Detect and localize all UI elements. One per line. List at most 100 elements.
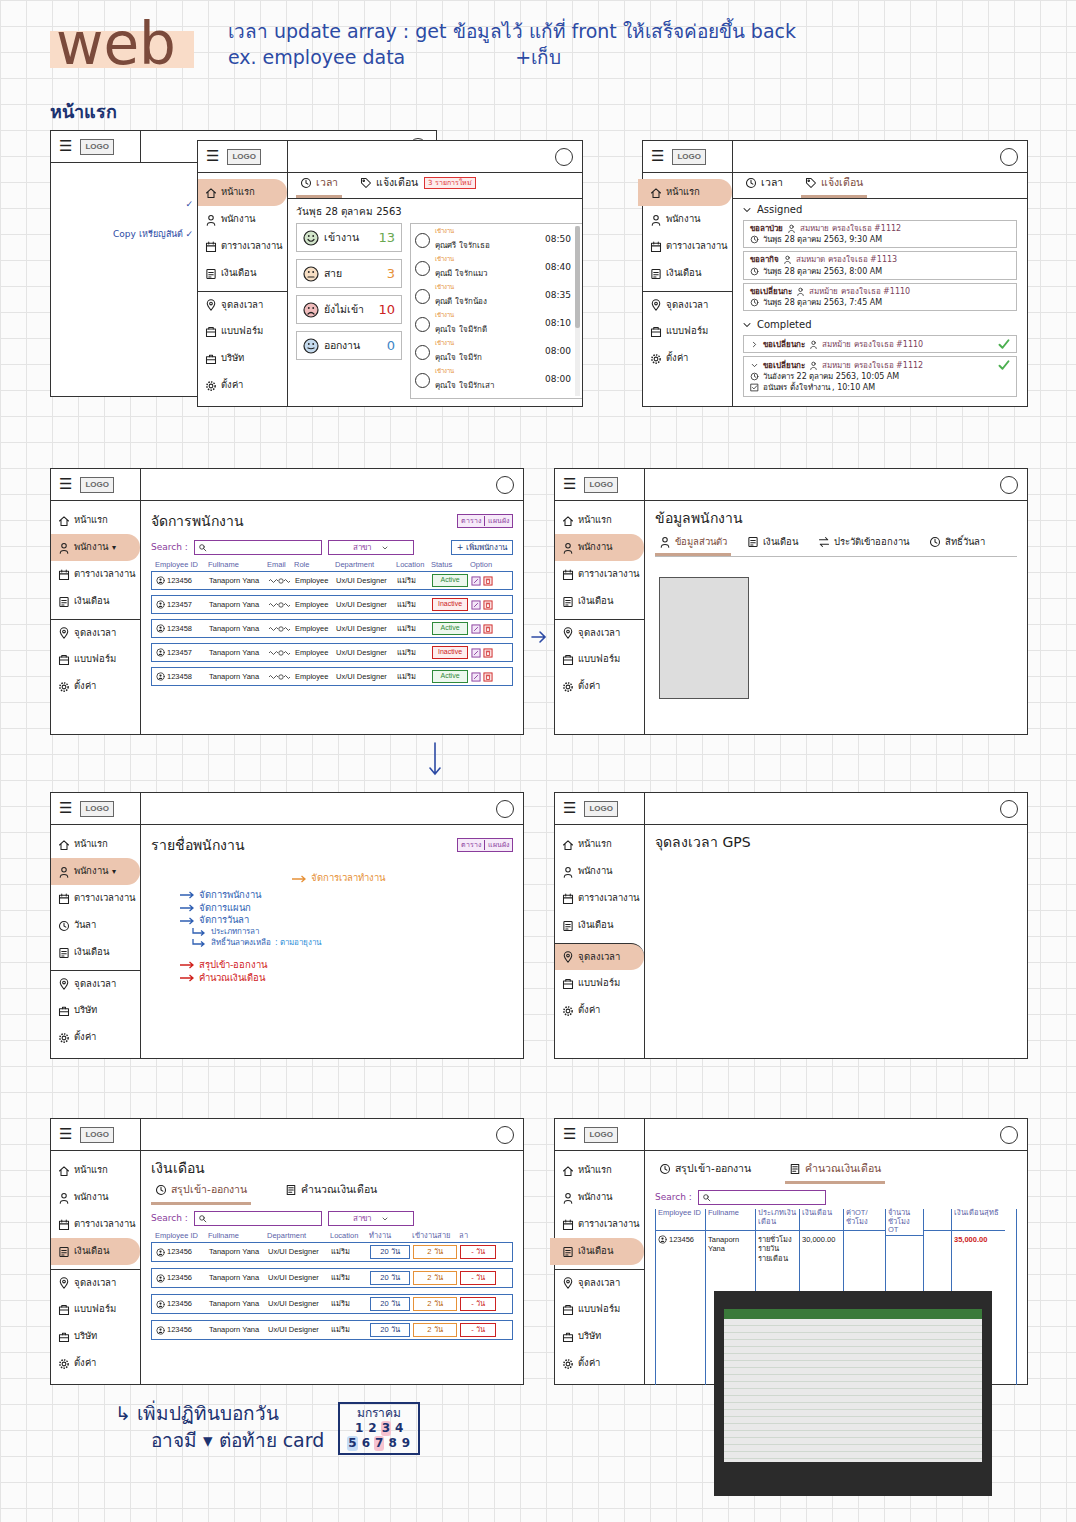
column-header[interactable]: ค่าOT/ชั่วโมง	[844, 1209, 885, 1231]
calendar-day[interactable]: 5	[347, 1436, 357, 1451]
search-field[interactable]	[698, 1190, 826, 1205]
stat-card[interactable]: เข้างาน13	[296, 223, 402, 252]
sidebar-item[interactable]: พนักงาน	[555, 1184, 644, 1211]
logo[interactable]: LOGO	[584, 801, 618, 817]
sidebar-item[interactable]: ตั้งค่า	[198, 372, 287, 399]
view-toggle[interactable]: ตารางแผนผัง	[457, 514, 513, 529]
tab[interactable]: แจ้งเตือน3 รายการใหม่	[356, 175, 480, 198]
branch-select[interactable]: สาขา	[328, 1211, 414, 1226]
trash-icon[interactable]	[483, 648, 493, 658]
table-row[interactable]: 123457Tanaporn YanaEmployeeUx/UI Designe…	[151, 595, 513, 614]
column-header[interactable]: เข้างานสาย	[412, 1230, 456, 1241]
sidebar-item[interactable]: จุดลงเวลา	[643, 291, 732, 318]
table-row[interactable]: 123456Tanaporn YanaUx/UI Designerแม่ริม2…	[151, 1320, 513, 1340]
menu-button[interactable]: ☰	[59, 477, 72, 492]
sidebar-item[interactable]: บริษัท	[198, 345, 287, 372]
column-header[interactable]: Location	[396, 559, 428, 570]
sidebar-item[interactable]: หน้าแรก	[51, 831, 140, 858]
chevron-right-icon[interactable]	[750, 340, 759, 349]
sidebar-item[interactable]: จุดลงเวลา	[198, 291, 287, 318]
sidebar-item[interactable]: ตารางเวลางาน	[198, 233, 287, 260]
sidebar-item[interactable]: ตั้งค่า	[555, 997, 644, 1024]
request-card[interactable]: ขอเปลี่ยนกะสมหม้าย ครองใจเธอ #1110วันพุธ…	[743, 283, 1017, 311]
checkin-row[interactable]: เข้างานคุณใจ ใจมีรัก08:00	[415, 338, 571, 366]
sidebar-item[interactable]: พนักงาน	[555, 858, 644, 885]
trash-icon[interactable]	[483, 576, 493, 586]
request-card[interactable]: ขอลากิจสมหมาด ครองใจเธอ #1113วันพุธ 28 ต…	[743, 251, 1017, 279]
sidebar-item[interactable]: วันลา	[51, 912, 140, 939]
stat-card[interactable]: ยังไม่เข้า10	[296, 295, 402, 324]
sidebar-item[interactable]: เงินเดือน	[555, 912, 644, 939]
group-header[interactable]: Completed	[733, 314, 1027, 335]
logo[interactable]: LOGO	[584, 477, 618, 493]
sidebar-item[interactable]: พนักงาน▾	[50, 858, 140, 885]
sidebar-item[interactable]: ตารางเวลางาน	[643, 233, 732, 260]
sidebar-item[interactable]: เงินเดือน	[550, 1238, 644, 1265]
trash-icon[interactable]	[483, 672, 493, 682]
request-card[interactable]: ขอเปลี่ยนกะสมหม้าย ครองใจเธอ #1110	[743, 335, 1017, 353]
edit-icon[interactable]	[471, 576, 481, 586]
sidebar-item[interactable]: หน้าแรก	[638, 179, 732, 206]
table-row[interactable]: 123458Tanaporn YanaEmployeeUx/UI Designe…	[151, 619, 513, 638]
column-header[interactable]: จำนวนชั่วโมง OT	[886, 1209, 923, 1236]
tab[interactable]: เงินเดือน	[743, 535, 802, 556]
column-header[interactable]: เงินเดือน	[800, 1209, 843, 1231]
column-header[interactable]: Fullname	[208, 1230, 264, 1241]
profile-icon[interactable]	[1000, 1126, 1018, 1144]
sidebar-item[interactable]: จุดลงเวลา	[555, 619, 644, 646]
sidebar-item[interactable]: หน้าแรก	[51, 1157, 140, 1184]
search-field[interactable]	[194, 540, 322, 555]
calendar-day[interactable]: 3	[381, 1421, 391, 1436]
column-header[interactable]: Department	[267, 1230, 327, 1241]
trash-icon[interactable]	[483, 624, 493, 634]
video-thumbnail[interactable]	[714, 1291, 992, 1496]
column-header[interactable]: Location	[330, 1230, 366, 1241]
tab[interactable]: คำนวณเงินเดือน	[785, 1161, 885, 1184]
sidebar-item[interactable]: พนักงาน	[554, 534, 644, 561]
sidebar-item[interactable]: หน้าแรก	[555, 831, 644, 858]
calendar-day[interactable]: 7	[374, 1436, 384, 1451]
column-header[interactable]	[924, 1209, 951, 1231]
table-row[interactable]: 123456Tanaporn YanaUx/UI Designerแม่ริม2…	[151, 1294, 513, 1314]
trash-icon[interactable]	[483, 600, 493, 610]
tab[interactable]: สิทธิ์วันลา	[925, 535, 989, 556]
table-row[interactable]: 123457Tanaporn YanaEmployeeUx/UI Designe…	[151, 643, 513, 662]
column-header[interactable]: ประเภทเงินเดือน	[756, 1209, 799, 1231]
stat-card[interactable]: สาย3	[296, 259, 402, 288]
request-card[interactable]: ขอลาป่วยสมหมาย ครองใจเธอ #1112วันพุธ 28 …	[743, 220, 1017, 248]
scrollbar-thumb[interactable]	[575, 226, 580, 328]
sidebar-item[interactable]: พนักงาน▾	[50, 534, 140, 561]
column-header[interactable]: ลา	[459, 1230, 495, 1241]
calendar-day[interactable]: 4	[394, 1421, 404, 1436]
tab[interactable]: สรุปเข้า-ออกงาน	[151, 1182, 251, 1205]
sidebar-item[interactable]: เงินเดือน	[50, 1238, 140, 1265]
table-row[interactable]: 123456Tanaporn YanaUx/UI Designerแม่ริม2…	[151, 1242, 513, 1262]
checkin-row[interactable]: เข้างานคุณมี ใจรักแมว08:40	[415, 254, 571, 282]
sidebar-item[interactable]: จุดลงเวลา	[51, 619, 140, 646]
table-row[interactable]: 123456Tanaporn YanaEmployeeUx/UI Designe…	[151, 571, 513, 590]
profile-icon[interactable]	[496, 476, 514, 494]
column-header[interactable]: Option	[470, 559, 500, 570]
edit-icon[interactable]	[471, 672, 481, 682]
sidebar-item[interactable]: หน้าแรก	[197, 179, 287, 206]
sidebar-item[interactable]: บริษัท	[51, 1323, 140, 1350]
logo[interactable]: LOGO	[227, 149, 261, 165]
sidebar-item[interactable]: เงินเดือน	[198, 260, 287, 287]
column-header[interactable]: Fullname	[706, 1209, 755, 1231]
checkin-row[interactable]: เข้างานคุณดี ใจรักน้อง08:35	[415, 282, 571, 310]
edit-icon[interactable]	[471, 648, 481, 658]
view-option[interactable]: แผนผัง	[484, 516, 509, 527]
calendar-day[interactable]: 2	[367, 1421, 377, 1436]
sidebar-item[interactable]: บริษัท	[555, 1323, 644, 1350]
view-option[interactable]: ตาราง	[461, 840, 481, 851]
profile-icon[interactable]	[1000, 800, 1018, 818]
calendar-day[interactable]: 6	[361, 1436, 371, 1451]
tab[interactable]: เวลา	[296, 175, 342, 198]
sidebar-item[interactable]: แบบฟอร์ม	[198, 318, 287, 345]
logo[interactable]: LOGO	[80, 1127, 114, 1143]
profile-icon[interactable]	[1000, 148, 1018, 166]
logo[interactable]: LOGO	[672, 149, 706, 165]
logo[interactable]: LOGO	[80, 139, 114, 155]
calendar-day[interactable]: 1	[354, 1421, 364, 1436]
sidebar-item[interactable]: ตารางเวลางาน	[51, 885, 140, 912]
